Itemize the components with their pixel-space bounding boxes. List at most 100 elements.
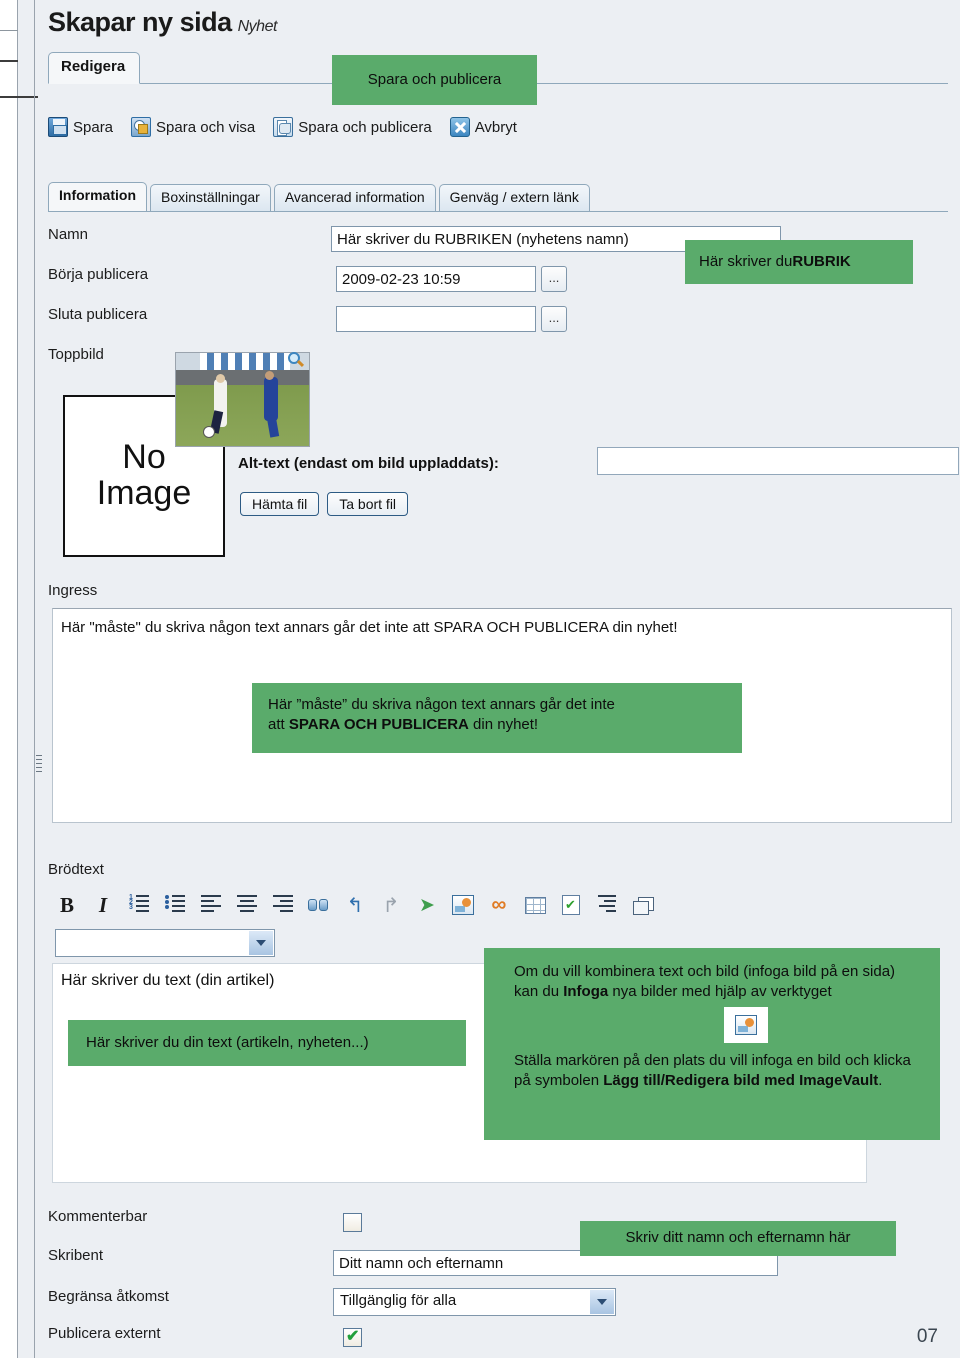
kommenterbar-checkbox[interactable]	[343, 1213, 362, 1232]
page-title-text: Skapar ny sida	[48, 7, 232, 37]
callout-ingress-line2-pre: att	[268, 716, 289, 734]
namn-label: Namn	[48, 226, 89, 243]
page-title-subtitle: Nyhet	[237, 18, 278, 35]
tab-information[interactable]: Information	[48, 182, 147, 212]
spara-och-publicera-button[interactable]: Spara och publicera	[273, 117, 432, 137]
tab-avancerad-information[interactable]: Avancerad information	[273, 184, 436, 212]
ingress-label: Ingress	[48, 582, 98, 599]
tab-genvag-extern-lank[interactable]: Genväg / extern länk	[438, 184, 590, 212]
callout-spara-och-publicera: Spara och publicera	[332, 55, 537, 105]
borja-publicera-picker-button[interactable]: ...	[541, 266, 567, 292]
save-and-publish-icon	[273, 117, 294, 137]
spara-och-visa-button-label: Spara och visa	[156, 118, 256, 136]
align-center-icon[interactable]	[235, 893, 259, 917]
callout-spara-och-publicera-text: Spara och publicera	[367, 70, 502, 88]
brodtext-body-text: Här skriver du text (din artikel)	[61, 972, 275, 989]
page-number: 07	[916, 1326, 938, 1347]
insert-table-icon[interactable]	[523, 893, 547, 917]
callout-ingress-line2: att SPARA OCH PUBLICERA din nyhet!	[268, 715, 742, 735]
begransa-atkomst-value: Tillgänglig för alla	[340, 1292, 457, 1309]
spara-button-label: Spara	[73, 118, 114, 136]
begransa-atkomst-label: Begränsa åtkomst	[48, 1288, 169, 1305]
callout-brodtext-text: Här skriver du din text (artikeln, nyhet…	[86, 1033, 369, 1051]
skribent-label: Skribent	[48, 1247, 104, 1264]
numbered-list-icon[interactable]: 1 2 3	[127, 893, 151, 917]
callout-imagevault: Om du vill kombinera text och bild (info…	[484, 948, 940, 1140]
align-right-icon[interactable]	[271, 893, 295, 917]
editor-toolbar: B I 1 2 3 ↰ ↱ ➤ ∞	[55, 890, 655, 920]
italic-icon[interactable]: I	[91, 893, 115, 917]
callout-ingress: Här ”måste” du skriva någon text annars …	[252, 683, 742, 753]
content-left-edge	[34, 0, 35, 1358]
toppbild-label: Toppbild	[48, 346, 104, 363]
bold-icon[interactable]: B	[55, 893, 79, 917]
magnifier-icon[interactable]	[288, 352, 306, 370]
sluta-publicera-label: Sluta publicera	[48, 306, 148, 323]
command-bar: Spara Spara och visa Spara och publicera…	[48, 110, 517, 144]
insert-link-icon[interactable]: ∞	[487, 893, 511, 917]
ingress-text: Här "måste" du skriva någon text annars …	[61, 619, 678, 636]
callout-brodtext: Här skriver du din text (artikeln, nyhet…	[68, 1020, 466, 1066]
page-title: Skapar ny sida Nyhet	[48, 7, 277, 38]
chevron-down-icon	[590, 1290, 614, 1314]
sluta-publicera-input[interactable]	[336, 306, 536, 332]
callout-ingress-line1: Här ”måste” du skriva någon text annars …	[268, 696, 615, 713]
tab-boxinstallningar[interactable]: Boxinställningar	[150, 184, 271, 212]
spellcheck-icon[interactable]	[559, 893, 583, 917]
undo-icon[interactable]: ↰	[343, 893, 367, 917]
callout-imagevault-p1: Om du vill kombinera text och bild (info…	[514, 962, 922, 1003]
find-binoculars-icon[interactable]	[307, 893, 331, 917]
callout-imagevault-p1-c: nya bilder med hjälp av verktyget	[608, 983, 832, 1001]
callout-rubrik: Här skriver du RUBRIK	[685, 240, 913, 284]
rail-divider-mid	[0, 60, 18, 62]
paragraph-style-select[interactable]	[55, 929, 275, 957]
alt-text-input[interactable]	[597, 447, 959, 475]
chevron-down-icon	[249, 931, 273, 955]
callout-rubrik-bold: RUBRIK	[792, 252, 851, 270]
align-left-icon[interactable]	[199, 893, 223, 917]
save-and-view-icon	[131, 117, 152, 137]
paste-cursor-icon[interactable]: ➤	[415, 893, 439, 917]
callout-imagevault-p2-c: .	[878, 1071, 883, 1089]
callout-imagevault-p1-b: Infoga	[563, 983, 609, 1001]
tab-redigera[interactable]: Redigera	[48, 52, 141, 84]
no-image-line1: No	[122, 438, 166, 477]
rail-divider-bottom	[0, 96, 38, 98]
indent-icon[interactable]	[595, 893, 619, 917]
hamta-fil-button[interactable]: Hämta fil	[240, 492, 320, 516]
callout-skribent-text: Skriv ditt namn och efternamn här	[625, 1229, 851, 1247]
splitter-handle[interactable]	[36, 755, 44, 781]
callout-imagevault-p2: Ställa markören på den plats du vill inf…	[514, 1051, 922, 1092]
callout-rubrik-text: Här skriver du	[699, 252, 793, 270]
avbryt-button-label: Avbryt	[474, 118, 517, 136]
cancel-x-icon	[449, 117, 470, 137]
borja-publicera-label: Börja publicera	[48, 266, 149, 283]
rail-divider-top	[0, 30, 18, 31]
bulleted-list-icon[interactable]	[163, 893, 187, 917]
redo-icon[interactable]: ↱	[379, 893, 403, 917]
callout-ingress-line2-bold: SPARA OCH PUBLICERA	[288, 716, 469, 734]
publicera-externt-label: Publicera externt	[48, 1325, 161, 1342]
spara-button[interactable]: Spara	[48, 117, 113, 137]
brodtext-label: Brödtext	[48, 861, 104, 878]
kommenterbar-label: Kommenterbar	[48, 1208, 148, 1225]
spara-och-visa-button[interactable]: Spara och visa	[131, 117, 255, 137]
no-image-line2: Image	[96, 474, 192, 512]
new-window-icon[interactable]	[631, 893, 655, 917]
callout-imagevault-p2-b: Lägg till/Redigera bild med ImageVault	[603, 1071, 879, 1089]
callout-ingress-line2-post: din nyhet!	[468, 716, 539, 734]
inner-tabstrip-rule	[48, 211, 948, 212]
alt-text-label: Alt-text (endast om bild uppladdats):	[238, 455, 499, 472]
publicera-externt-checkbox[interactable]	[343, 1326, 362, 1347]
ta-bort-fil-button[interactable]: Ta bort fil	[327, 492, 409, 516]
begransa-atkomst-select[interactable]: Tillgänglig för alla	[333, 1288, 616, 1316]
floppy-disk-icon	[48, 117, 68, 137]
sluta-publicera-picker-button[interactable]: ...	[541, 306, 567, 332]
insert-image-icon[interactable]	[451, 893, 475, 917]
inner-tabstrip: Information Boxinställningar Avancerad i…	[48, 182, 593, 212]
borja-publicera-input[interactable]: 2009-02-23 10:59	[336, 266, 536, 292]
file-button-row: Hämta fil Ta bort fil	[240, 492, 409, 516]
callout-skribent: Skriv ditt namn och efternamn här	[580, 1221, 896, 1256]
avbryt-button[interactable]: Avbryt	[449, 117, 517, 137]
left-rail	[0, 0, 18, 1358]
